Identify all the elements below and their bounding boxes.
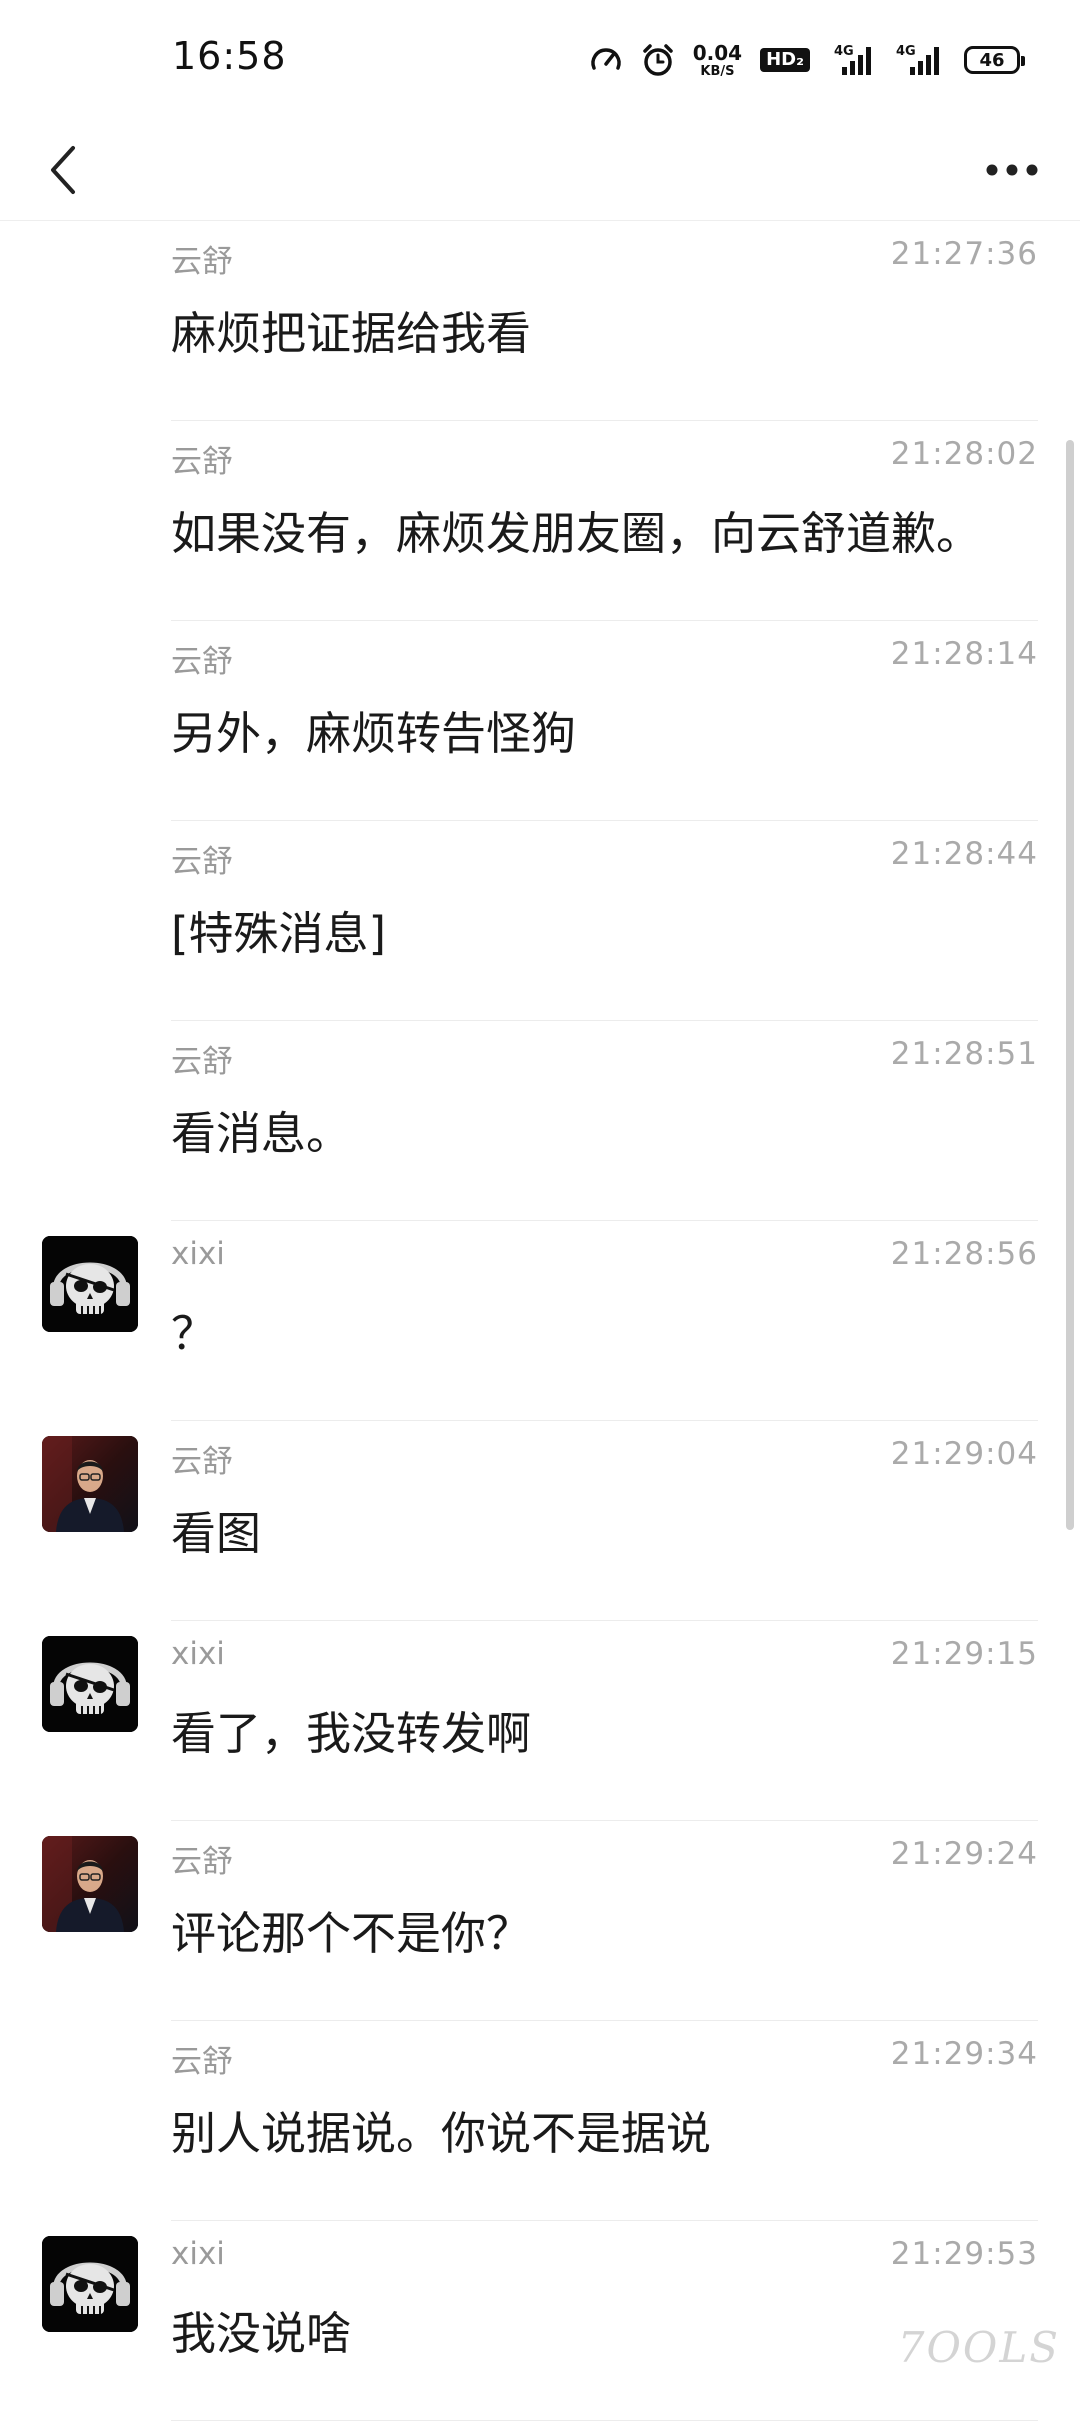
message-sender: 云舒	[171, 844, 233, 880]
message-row[interactable]: 云舒 21:29:34 别人说据说。你说不是据说	[0, 2021, 1080, 2221]
message-row[interactable]: 云舒 21:29:04 看图	[0, 1421, 1080, 1621]
message-text[interactable]: 看了，我没转发啊	[171, 1697, 531, 1762]
signal-4g-icon: 4G	[896, 44, 939, 75]
status-icons: 0.04 KB/S HD₂ 4G 4G 46	[589, 38, 1025, 82]
message-row[interactable]: 云舒 21:27:36 麻烦把证据给我看	[0, 221, 1080, 421]
signal1-label: 4G	[834, 44, 854, 59]
message-timestamp: 21:29:15	[890, 1636, 1038, 1672]
message-timestamp: 21:29:53	[890, 2236, 1038, 2272]
message-timestamp: 21:28:51	[890, 1036, 1038, 1072]
message-row[interactable]: xixi 21:28:56 ？	[0, 1221, 1080, 1421]
message-row[interactable]: 云舒 21:29:24 评论那个不是你？	[0, 1821, 1080, 2021]
more-options-button[interactable]	[970, 135, 1054, 205]
chevron-left-icon	[51, 146, 75, 194]
message-text[interactable]: 另外，麻烦转告怪狗	[171, 697, 576, 762]
network-speed-unit: KB/S	[700, 63, 735, 79]
avatar-skull-image[interactable]	[42, 2236, 138, 2332]
message-timestamp: 21:28:02	[890, 436, 1038, 472]
message-sender: xixi	[171, 1236, 225, 1272]
message-list[interactable]: 云舒 21:27:36 麻烦把证据给我看 云舒 21:28:02 如果没有，麻烦…	[0, 221, 1080, 2421]
battery-icon: 46	[964, 46, 1025, 74]
message-timestamp: 21:29:34	[890, 2036, 1038, 2072]
message-timestamp: 21:29:24	[890, 1836, 1038, 1872]
message-timestamp: 21:28:56	[890, 1236, 1038, 1272]
avatar-person-image[interactable]	[42, 1836, 138, 1932]
message-sender: 云舒	[171, 444, 233, 480]
message-text[interactable]: [特殊消息]	[171, 897, 386, 962]
message-sender: xixi	[171, 2236, 225, 2272]
message-text[interactable]: ？	[171, 1297, 216, 1362]
message-sender: 云舒	[171, 2044, 233, 2080]
hd-voice-icon: HD₂	[760, 48, 810, 72]
battery-level: 46	[979, 49, 1005, 71]
message-sender: 云舒	[171, 244, 233, 280]
network-speed-value: 0.04	[692, 40, 743, 65]
message-text[interactable]: 评论那个不是你？	[171, 1897, 531, 1962]
avatar-skull-image[interactable]	[42, 1236, 138, 1332]
signal2-label: 4G	[896, 44, 916, 59]
alarm-clock-icon	[643, 44, 673, 76]
message-sender: 云舒	[171, 644, 233, 680]
message-sender: xixi	[171, 1636, 225, 1672]
message-row[interactable]: 云舒 21:28:02 如果没有，麻烦发朋友圈，向云舒道歉。	[0, 421, 1080, 621]
message-sender: 云舒	[171, 1844, 233, 1880]
status-time: 16:58	[172, 34, 287, 78]
message-row[interactable]: 云舒 21:28:44 [特殊消息]	[0, 821, 1080, 1021]
message-text[interactable]: 如果没有，麻烦发朋友圈，向云舒道歉。	[171, 497, 981, 562]
message-sender: 云舒	[171, 1044, 233, 1080]
message-timestamp: 21:27:36	[890, 236, 1038, 272]
status-bar: 16:58 0.04 KB/S HD₂ 4G 4G 46	[0, 0, 1080, 120]
message-text[interactable]: 看图	[171, 1497, 261, 1562]
message-text[interactable]: 看消息。	[171, 1097, 351, 1162]
message-text[interactable]: 别人说据说。你说不是据说	[171, 2097, 711, 2162]
message-timestamp: 21:28:14	[890, 636, 1038, 672]
message-text[interactable]: 我没说啥	[171, 2297, 351, 2362]
message-timestamp: 21:28:44	[890, 836, 1038, 872]
speedometer-icon	[591, 48, 621, 70]
avatar-skull-image[interactable]	[42, 1636, 138, 1732]
message-row[interactable]: xixi 21:29:15 看了，我没转发啊	[0, 1621, 1080, 1821]
more-horizontal-icon	[986, 164, 1038, 176]
message-row[interactable]: xixi 21:29:53 我没说啥	[0, 2221, 1080, 2421]
message-row[interactable]: 云舒 21:28:51 看消息。	[0, 1021, 1080, 1221]
nav-bar	[0, 120, 1080, 221]
message-text[interactable]: 麻烦把证据给我看	[171, 297, 531, 362]
avatar-person-image[interactable]	[42, 1436, 138, 1532]
message-row[interactable]: 云舒 21:28:14 另外，麻烦转告怪狗	[0, 621, 1080, 821]
back-button[interactable]	[28, 135, 98, 205]
network-speed: 0.04 KB/S	[693, 43, 742, 78]
message-sender: 云舒	[171, 1444, 233, 1480]
signal-4g-icon: 4G	[834, 44, 871, 75]
watermark: 7OOLS	[897, 2323, 1060, 2372]
message-timestamp: 21:29:04	[890, 1436, 1038, 1472]
scrollbar-thumb[interactable]	[1066, 440, 1074, 1530]
